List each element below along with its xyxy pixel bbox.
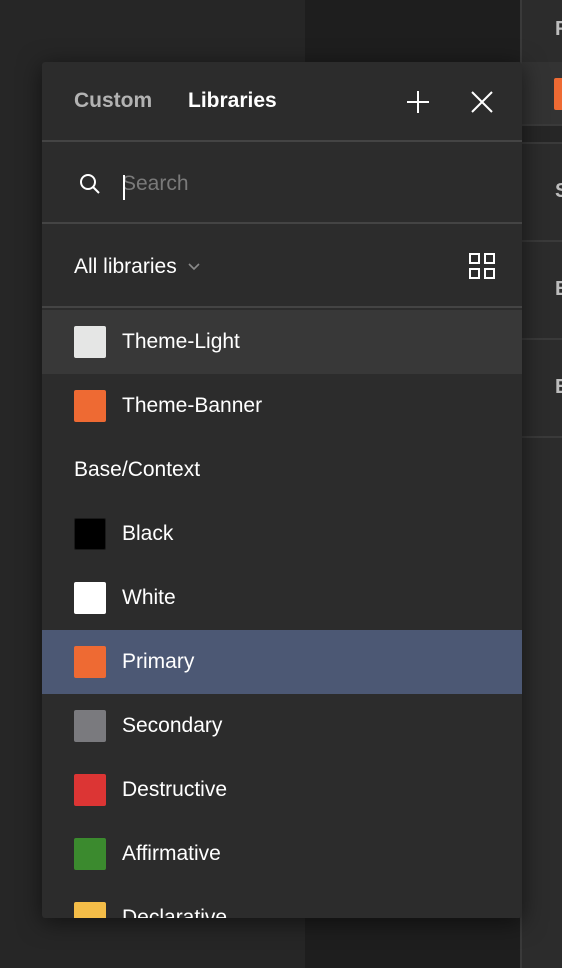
chevron-down-icon: [188, 263, 200, 271]
properties-panel: F S E E: [520, 0, 562, 968]
popover-header: Custom Libraries: [42, 62, 522, 142]
library-dropdown[interactable]: All libraries: [74, 252, 201, 282]
style-label: Theme-Light: [122, 330, 240, 353]
fill-row[interactable]: [522, 62, 562, 126]
style-item-white[interactable]: White: [42, 566, 522, 630]
properties-section: E: [522, 242, 562, 340]
style-item-affirmative[interactable]: Affirmative: [42, 822, 522, 886]
color-swatch: [74, 646, 106, 678]
style-item-theme-banner[interactable]: Theme-Banner: [42, 374, 522, 438]
color-swatch: [74, 326, 106, 358]
color-styles-popover: Custom Libraries All libraries: [42, 62, 522, 918]
search-input[interactable]: [122, 164, 482, 204]
plus-icon: [407, 91, 429, 113]
style-label: Destructive: [122, 778, 228, 801]
color-swatch: [74, 518, 106, 550]
library-dropdown-label: All libraries: [74, 255, 177, 278]
tab-custom[interactable]: Custom: [74, 89, 152, 113]
section-heading: E: [555, 278, 562, 300]
style-item-primary[interactable]: Primary: [42, 630, 522, 694]
style-label: Affirmative: [122, 842, 221, 865]
library-filter-bar: All libraries: [42, 226, 522, 308]
grid-view-icon: [469, 253, 495, 279]
color-swatch: [74, 710, 106, 742]
grid-view-button[interactable]: [466, 250, 498, 282]
group-header-base-context: Base/Context: [42, 438, 522, 502]
close-button[interactable]: [466, 86, 498, 118]
color-swatch: [74, 838, 106, 870]
color-swatch: [74, 902, 106, 918]
section-heading: E: [555, 376, 562, 398]
section-heading: S: [555, 180, 562, 202]
style-label: Theme-Banner: [122, 394, 263, 417]
style-label: White: [122, 586, 176, 609]
properties-section: E: [522, 340, 562, 438]
close-icon: [471, 91, 493, 113]
search-bar: [42, 144, 522, 224]
style-label: Primary: [122, 650, 195, 673]
properties-section: F: [522, 0, 562, 62]
style-label: Declarative: [122, 906, 228, 918]
style-item-theme-light[interactable]: Theme-Light: [42, 310, 522, 374]
color-swatch: [74, 774, 106, 806]
style-label: Secondary: [122, 714, 223, 737]
text-caret: [123, 175, 125, 200]
add-style-button[interactable]: [402, 86, 434, 118]
fill-swatch[interactable]: [554, 78, 562, 110]
color-swatch: [74, 582, 106, 614]
group-label: Base/Context: [74, 458, 201, 481]
style-item-secondary[interactable]: Secondary: [42, 694, 522, 758]
search-icon: [80, 174, 100, 194]
color-swatch: [74, 390, 106, 422]
style-item-black[interactable]: Black: [42, 502, 522, 566]
color-style-list: Theme-Light Theme-Banner Base/Context Bl…: [42, 310, 522, 918]
tab-libraries[interactable]: Libraries: [188, 89, 277, 113]
section-heading: F: [555, 18, 562, 40]
properties-section: S: [522, 144, 562, 242]
style-label: Black: [122, 522, 174, 545]
style-item-destructive[interactable]: Destructive: [42, 758, 522, 822]
panel-divider: [522, 126, 562, 144]
style-item-declarative[interactable]: Declarative: [42, 886, 522, 918]
